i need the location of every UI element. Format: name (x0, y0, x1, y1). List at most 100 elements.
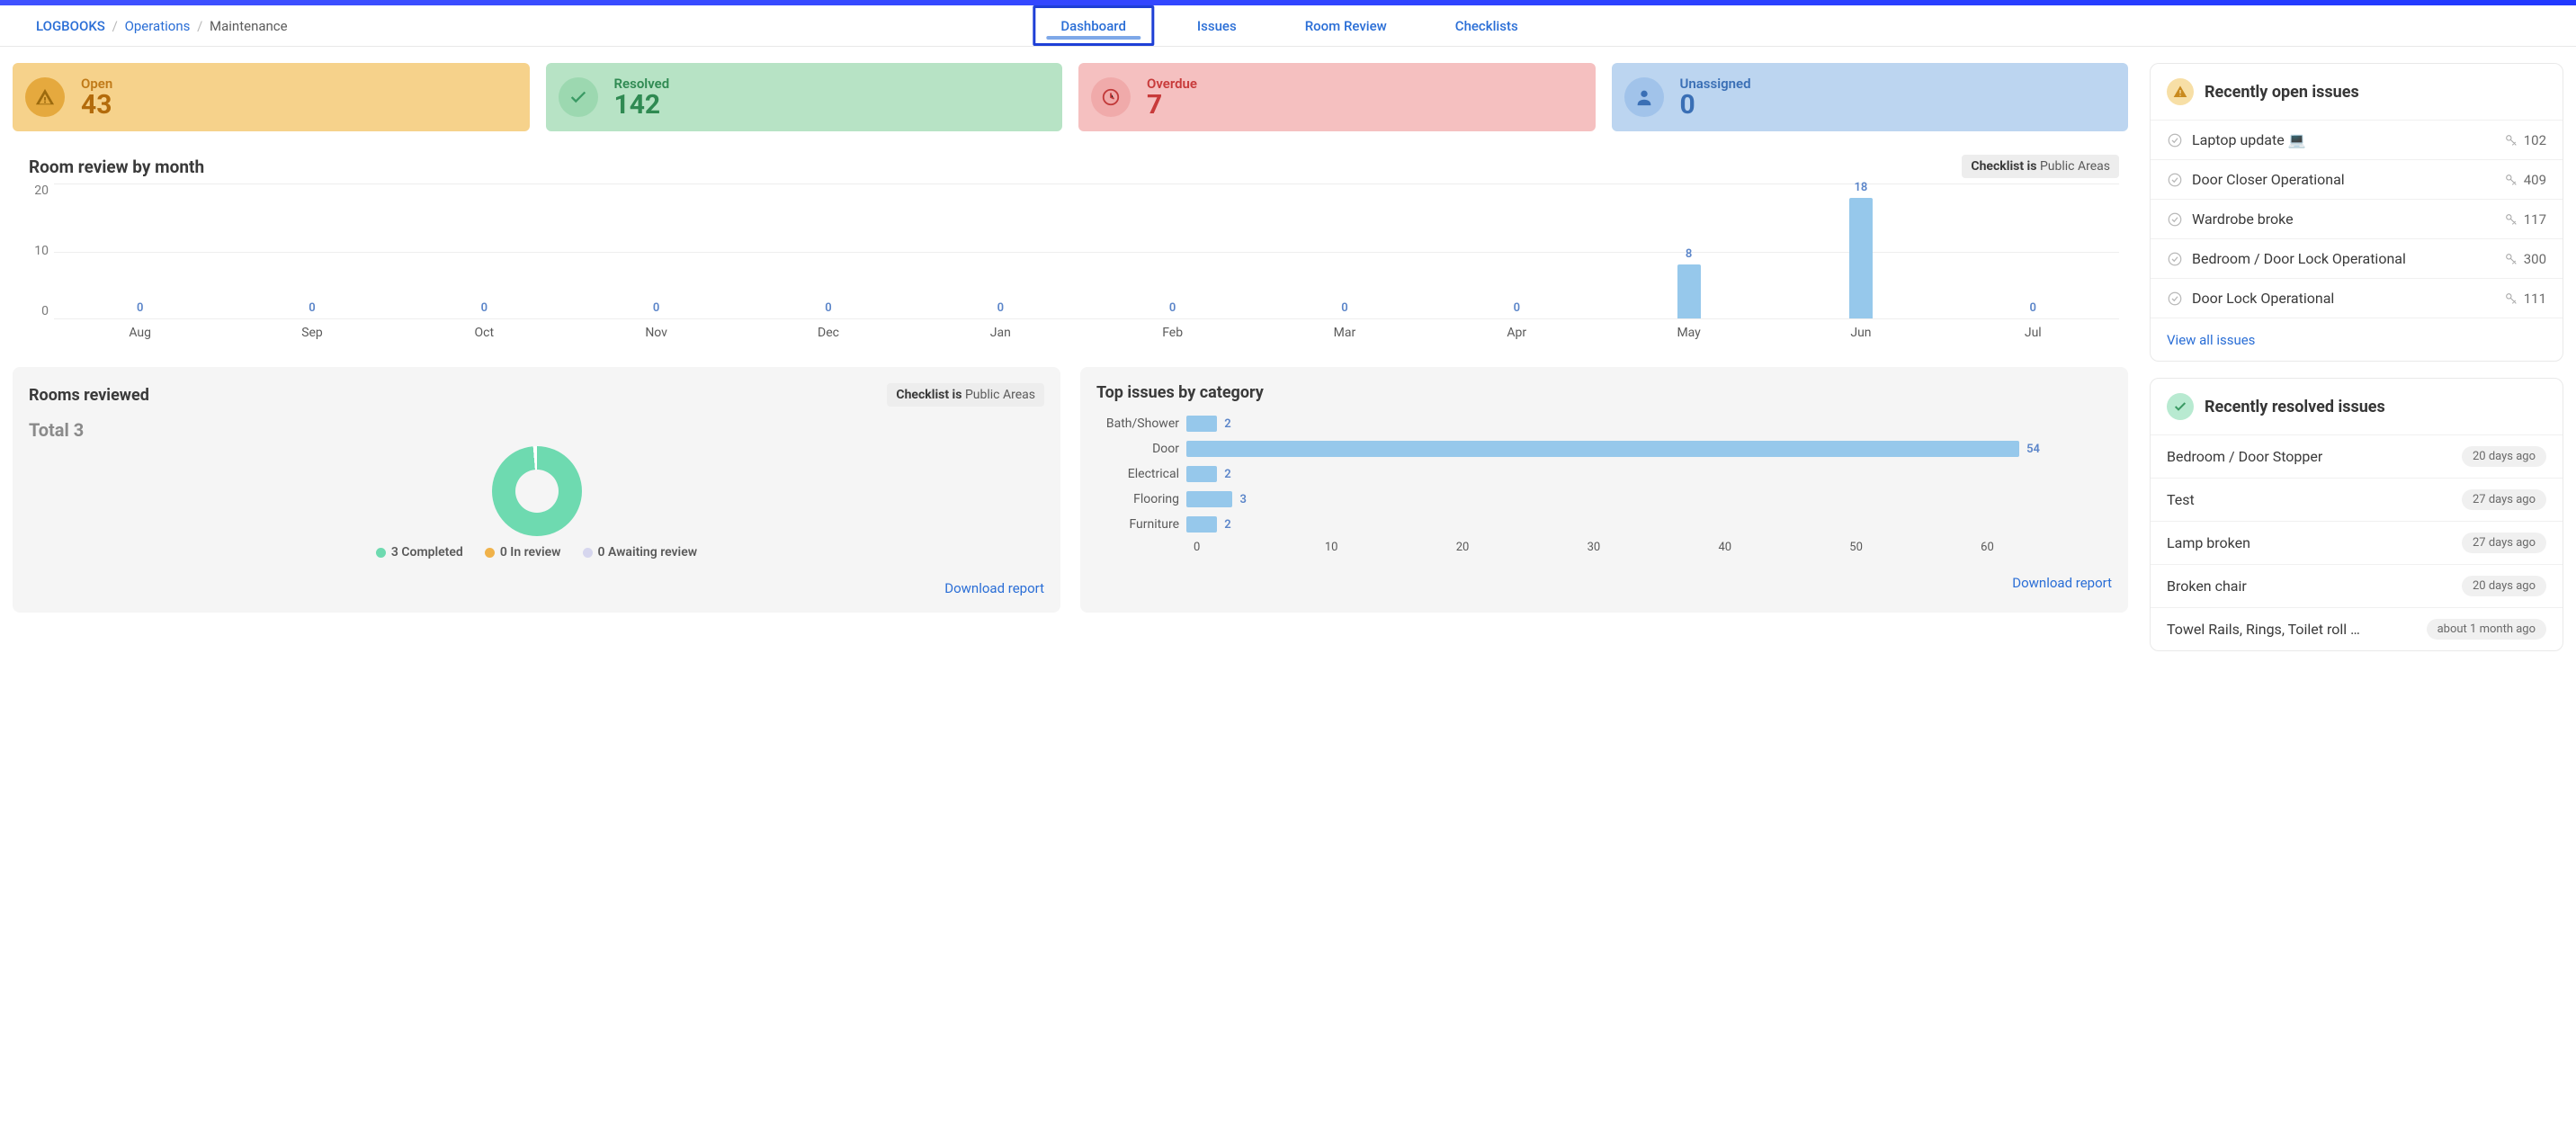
card-overdue-value: 7 (1147, 92, 1197, 119)
hbar-row: Furniture2 (1096, 515, 2112, 533)
check-circle-icon (2167, 132, 2183, 148)
check-circle-icon (2167, 211, 2183, 228)
issue-time-pill: about 1 month ago (2427, 619, 2546, 640)
resolved-issue-row[interactable]: Towel Rails, Rings, Toilet roll … about … (2151, 607, 2563, 650)
breadcrumb-root[interactable]: LOGBOOKS (36, 18, 105, 34)
issue-label: Wardrobe broke (2192, 210, 2294, 228)
top-header: LOGBOOKS / Operations / Maintenance Dash… (0, 5, 2576, 47)
open-issue-row[interactable]: Door Lock Operational 111 (2151, 278, 2563, 318)
top-issues-title: Top issues by category (1096, 383, 1264, 402)
issue-label: Laptop update 💻 (2192, 131, 2306, 148)
bar-col: 0 (1258, 184, 1430, 318)
issue-count: 102 (2524, 132, 2546, 148)
hbar-row: Bath/Shower2 (1096, 415, 2112, 433)
open-issue-row[interactable]: Door Closer Operational 409 (2151, 159, 2563, 199)
open-issue-row[interactable]: Laptop update 💻 102 (2151, 120, 2563, 159)
tab-room-review[interactable]: Room Review (1280, 5, 1412, 46)
bar-col: 0 (915, 184, 1087, 318)
person-icon (1624, 77, 1664, 117)
bar-col: 0 (226, 184, 398, 318)
top-issues-hbar-chart: Bath/Shower2 Door54 Electrical2 Flooring3 Fu… (1096, 415, 2112, 533)
breadcrumb: LOGBOOKS / Operations / Maintenance (36, 18, 288, 34)
resolved-issue-row[interactable]: Test 27 days ago (2151, 478, 2563, 521)
recently-open-panel: Recently open issues Laptop update 💻 102… (2150, 63, 2563, 362)
card-overdue[interactable]: Overdue 7 (1078, 63, 1596, 131)
issue-label: Door Lock Operational (2192, 290, 2334, 307)
issue-count: 300 (2524, 251, 2546, 267)
issue-label: Bedroom / Door Stopper (2167, 448, 2322, 465)
check-circle-icon (2167, 291, 2183, 307)
issue-label: Lamp broken (2167, 534, 2250, 551)
check-icon (559, 77, 598, 117)
warning-triangle-icon (25, 77, 65, 117)
bar-col: 0 (54, 184, 226, 318)
card-unassigned[interactable]: Unassigned 0 (1612, 63, 2129, 131)
card-open[interactable]: Open 43 (13, 63, 530, 131)
open-issue-row[interactable]: Bedroom / Door Lock Operational 300 (2151, 238, 2563, 278)
hbar-row: Flooring3 (1096, 490, 2112, 508)
recently-open-title: Recently open issues (2205, 83, 2359, 102)
rooms-reviewed-donut-chart (492, 446, 582, 536)
bar-col: 8 (1603, 184, 1775, 318)
top-issues-download-link[interactable]: Download report (2012, 575, 2112, 591)
rooms-reviewed-legend: 3 Completed 0 In review 0 Awaiting revie… (29, 545, 1044, 560)
checklist-filter-chip[interactable]: Checklist is Public Areas (1962, 155, 2119, 178)
check-circle-icon (2167, 172, 2183, 188)
tab-issues[interactable]: Issues (1172, 5, 1262, 46)
key-icon (2504, 252, 2518, 266)
resolved-issue-row[interactable]: Broken chair 20 days ago (2151, 564, 2563, 607)
card-open-value: 43 (81, 92, 112, 119)
tab-dashboard[interactable]: Dashboard (1033, 5, 1154, 46)
key-icon (2504, 291, 2518, 306)
key-icon (2504, 212, 2518, 227)
recently-resolved-panel: Recently resolved issues Bedroom / Door … (2150, 378, 2563, 651)
bar-col: 18 (1775, 184, 1946, 318)
bar-col: 0 (570, 184, 742, 318)
open-issue-row[interactable]: Wardrobe broke 117 (2151, 199, 2563, 238)
rooms-reviewed-panel: Rooms reviewed Checklist is Public Areas… (13, 367, 1060, 613)
issue-count: 111 (2524, 291, 2546, 307)
issue-time-pill: 20 days ago (2462, 446, 2546, 467)
hbar-row: Door54 (1096, 440, 2112, 458)
bar-col: 0 (1431, 184, 1603, 318)
view-all-issues-link[interactable]: View all issues (2167, 332, 2255, 348)
key-icon (2504, 133, 2518, 148)
resolved-issue-row[interactable]: Bedroom / Door Stopper 20 days ago (2151, 434, 2563, 478)
resolved-issue-row[interactable]: Lamp broken 27 days ago (2151, 521, 2563, 564)
card-resolved-value: 142 (614, 92, 670, 119)
room-review-bar-chart: 20 10 0 0000000008180 AugSepOctNovDecJan… (13, 184, 2128, 340)
room-review-chart-title: Room review by month (29, 157, 204, 177)
tab-checklists[interactable]: Checklists (1430, 5, 1543, 46)
clock-icon (1091, 77, 1131, 117)
key-icon (2504, 173, 2518, 187)
issue-label: Broken chair (2167, 577, 2247, 595)
rooms-reviewed-chip[interactable]: Checklist is Public Areas (887, 383, 1044, 407)
issue-label: Test (2167, 491, 2195, 508)
bar-col: 0 (1087, 184, 1258, 318)
card-resolved[interactable]: Resolved 142 (546, 63, 1063, 131)
issue-time-pill: 27 days ago (2462, 489, 2546, 510)
top-tabs: Dashboard Issues Room Review Checklists (1033, 5, 1543, 46)
card-unassigned-value: 0 (1680, 92, 1751, 119)
breadcrumb-operations[interactable]: Operations (125, 18, 191, 34)
hbar-row: Electrical2 (1096, 465, 2112, 483)
issue-time-pill: 20 days ago (2462, 576, 2546, 596)
check-circle-icon (2167, 251, 2183, 267)
rooms-reviewed-title: Rooms reviewed (29, 386, 149, 405)
breadcrumb-maintenance: Maintenance (210, 18, 288, 34)
check-icon (2167, 393, 2194, 420)
issue-count: 117 (2524, 211, 2546, 228)
bar-col: 0 (1947, 184, 2119, 318)
issue-label: Towel Rails, Rings, Toilet roll … (2167, 621, 2360, 638)
issue-time-pill: 27 days ago (2462, 533, 2546, 553)
rooms-reviewed-total: Total 3 (29, 419, 1044, 441)
bar-col: 0 (398, 184, 570, 318)
warning-triangle-icon (2167, 78, 2194, 105)
issue-label: Door Closer Operational (2192, 171, 2345, 188)
issue-label: Bedroom / Door Lock Operational (2192, 250, 2406, 267)
rooms-reviewed-download-link[interactable]: Download report (944, 580, 1044, 596)
recently-resolved-title: Recently resolved issues (2205, 398, 2385, 416)
top-issues-panel: Top issues by category Bath/Shower2 Door5… (1080, 367, 2128, 613)
summary-cards: Open 43 Resolved 142 Overdue (13, 63, 2128, 131)
issue-count: 409 (2524, 172, 2546, 188)
